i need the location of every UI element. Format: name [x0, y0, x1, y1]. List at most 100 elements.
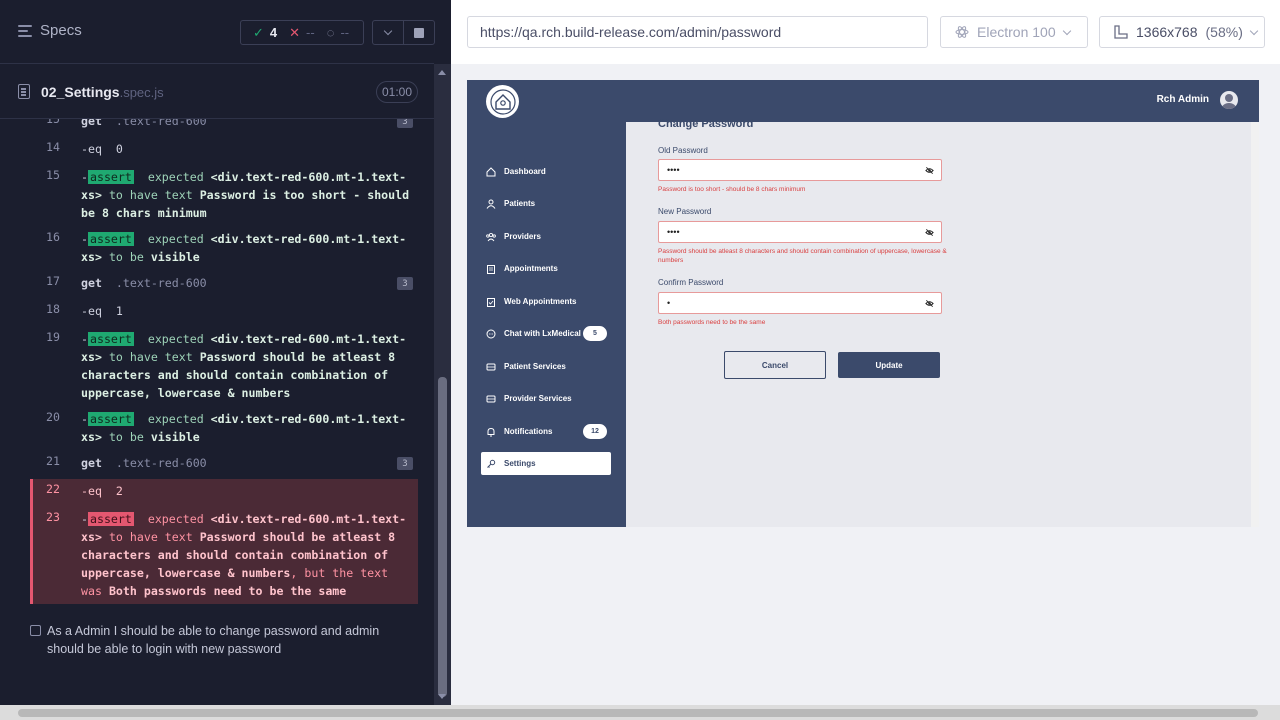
command-args: .text-red-600: [115, 276, 207, 290]
scroll-thumb[interactable]: [438, 377, 447, 697]
specs-toggle[interactable]: Specs: [18, 22, 82, 39]
command-row[interactable]: 22 -eq 2: [30, 482, 418, 500]
viewport-scale: (58%): [1205, 24, 1243, 40]
command-row[interactable]: 21 get .text-red-600 3: [30, 454, 418, 472]
command-row[interactable]: 20 - assert expected <div.text-red-600.mt…: [30, 410, 418, 446]
eye-off-icon[interactable]: [925, 166, 934, 175]
cancel-button[interactable]: Cancel: [724, 351, 826, 379]
avatar[interactable]: [1220, 91, 1238, 109]
command-number: 16: [46, 230, 60, 244]
command-name: -eq: [81, 142, 102, 156]
new-password-error: Password should be atleast 8 characters …: [658, 248, 947, 264]
specs-label: Specs: [40, 22, 82, 39]
reporter-header: Specs ✓ 4 ✕ -- ◌ --: [0, 0, 435, 64]
sidebar-item-notifications[interactable]: Notifications 12: [481, 420, 611, 443]
check-icon: ✓: [253, 24, 264, 40]
house-logo-icon: [489, 88, 516, 115]
old-password-label: Old Password: [658, 146, 708, 155]
old-password-field[interactable]: ••••: [658, 159, 942, 181]
assert-text: to have text: [108, 530, 193, 544]
command-number: 15: [46, 168, 60, 182]
x-icon: ✕: [289, 24, 301, 40]
sidebar-item-patient-services[interactable]: Patient Services: [481, 355, 611, 378]
command-row[interactable]: 15 - assert expected <div.text-red-600.mt…: [30, 168, 418, 222]
assert-text: expected: [147, 332, 204, 346]
command-row[interactable]: 16 - assert expected <div.text-red-600.mt…: [30, 230, 418, 266]
assert-text: to be: [108, 430, 144, 444]
command-row[interactable]: 18 -eq 1: [30, 302, 418, 320]
horizontal-scroll-thumb[interactable]: [18, 709, 1258, 717]
collapse-button[interactable]: [372, 20, 404, 45]
chevron-down-icon: [1249, 26, 1259, 35]
horizontal-scrollbar[interactable]: [0, 705, 1280, 720]
new-password-field[interactable]: ••••: [658, 221, 942, 243]
assert-text: to have text: [108, 350, 193, 364]
stop-button[interactable]: [403, 20, 435, 45]
reporter-scrollbar[interactable]: [434, 64, 451, 705]
user-name[interactable]: Rch Admin: [1157, 94, 1209, 105]
chat-count-badge: 5: [583, 326, 607, 341]
chevron-down-icon: [1062, 26, 1071, 35]
sidebar-item-patients[interactable]: Patients: [481, 192, 611, 215]
eye-off-icon[interactable]: [925, 299, 934, 308]
confirm-password-error: Both passwords need to be the same: [658, 319, 766, 326]
command-name: get: [81, 456, 102, 470]
assert-actual: Both passwords need to be the same: [108, 584, 347, 598]
command-row[interactable]: 19 - assert expected <div.text-red-600.mt…: [30, 330, 418, 402]
command-row[interactable]: 15 get .text-red-600 3: [30, 119, 418, 130]
stop-icon: [414, 27, 424, 38]
aut-header: https://qa.rch.build-release.com/admin/p…: [451, 0, 1280, 64]
spec-file-row[interactable]: 02_Settings.spec.js 01:00: [0, 65, 434, 119]
viewport-selector[interactable]: 1366x768 (58%): [1099, 16, 1265, 48]
old-password-error: Password is too short - should be 8 char…: [658, 186, 806, 193]
command-number: 17: [46, 274, 60, 288]
sidebar-item-appointments[interactable]: Appointments: [481, 257, 611, 280]
sidebar-item-label: Chat with LxMedical: [504, 329, 581, 338]
users-icon: [486, 232, 496, 241]
viewport-size: 1366x768: [1136, 24, 1198, 40]
sidebar-item-label: Patients: [504, 199, 536, 208]
assert-text: expected: [147, 170, 204, 184]
element-count-badge: 3: [397, 119, 413, 128]
clipboard-icon: [487, 264, 495, 274]
command-row[interactable]: 17 get .text-red-600 3: [30, 274, 418, 292]
sidebar-item-settings[interactable]: Settings: [481, 452, 611, 475]
chat-icon: [486, 329, 496, 338]
home-icon: [486, 166, 496, 176]
command-number: 23: [46, 510, 60, 524]
command-number: 21: [46, 454, 60, 468]
assert-text: expected: [147, 512, 204, 526]
failed-count: --: [306, 25, 315, 40]
assert-value: visible: [150, 430, 200, 444]
eye-off-icon[interactable]: [925, 228, 934, 237]
assert-text: expected: [147, 232, 204, 246]
browser-selector[interactable]: Electron 100: [940, 16, 1088, 48]
sidebar-item-chat[interactable]: Chat with LxMedical 5: [481, 322, 611, 345]
assert-tag: assert: [87, 332, 134, 346]
sidebar-item-label: Appointments: [504, 264, 558, 273]
assert-text: expected: [147, 412, 204, 426]
sidebar-item-dashboard[interactable]: Dashboard: [481, 160, 611, 183]
sidebar-item-providers[interactable]: Providers: [481, 225, 611, 248]
command-name: get: [81, 119, 102, 128]
assert-tag: assert: [87, 232, 134, 246]
app-scrollbar[interactable]: [1251, 122, 1259, 527]
new-password-value: ••••: [667, 227, 680, 237]
confirm-password-field[interactable]: •: [658, 292, 942, 314]
test-title[interactable]: As a Admin I should be able to change pa…: [30, 622, 410, 658]
sidebar-item-web-appointments[interactable]: Web Appointments: [481, 290, 611, 313]
browser-name: Electron 100: [977, 24, 1056, 40]
command-row[interactable]: 14 -eq 0: [30, 140, 418, 158]
sidebar-item-provider-services[interactable]: Provider Services: [481, 387, 611, 410]
command-log-panel: Specs ✓ 4 ✕ -- ◌ -- 02_Settings.spec.js …: [0, 0, 451, 705]
update-button[interactable]: Update: [838, 352, 940, 378]
scroll-down-icon: [438, 694, 446, 699]
electron-icon: [955, 26, 969, 38]
failed-command-row[interactable]: 23 - assert expected <div.text-red-600.mt…: [30, 510, 418, 600]
assert-tag: assert: [87, 512, 134, 526]
spec-name: 02_Settings: [41, 84, 120, 100]
url-bar[interactable]: https://qa.rch.build-release.com/admin/p…: [467, 16, 928, 48]
old-password-value: ••••: [667, 165, 680, 175]
app-logo[interactable]: [486, 85, 519, 118]
document-icon: [18, 84, 30, 99]
